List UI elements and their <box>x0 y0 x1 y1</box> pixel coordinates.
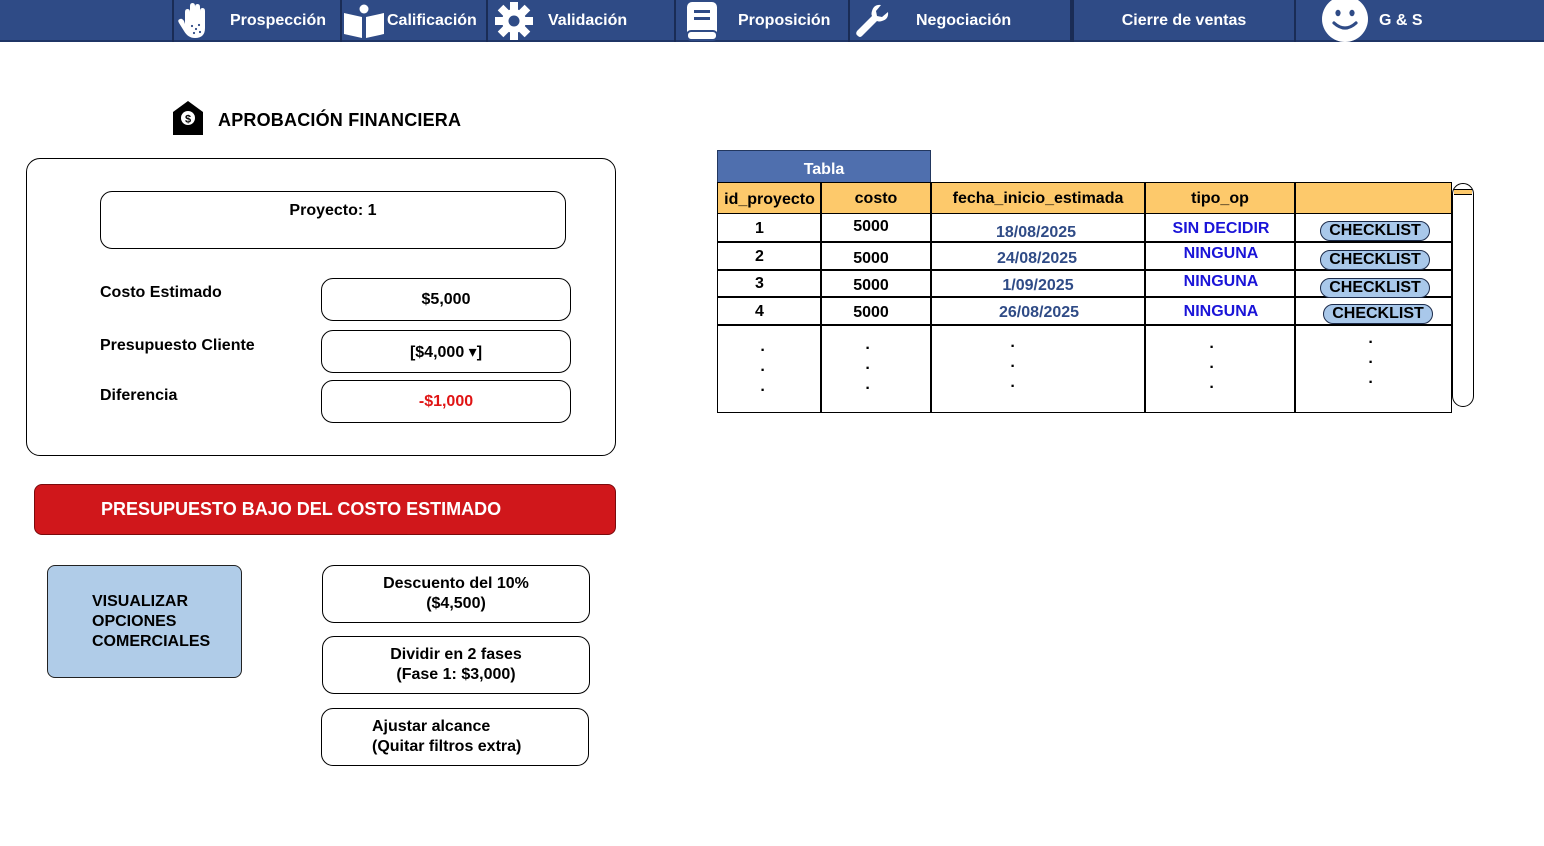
discount-option-button[interactable]: Descuento del 10% ($4,500) <box>322 565 590 623</box>
nav-label: Prospección <box>230 12 327 29</box>
button-line: COMERCIALES <box>92 632 211 650</box>
nav-label: Cierre de ventas <box>1121 12 1247 29</box>
cell-tipo-op: NINGUNA <box>1183 273 1259 290</box>
split-phases-option-button[interactable]: Dividir en 2 fases (Fase 1: $3,000) <box>322 636 590 694</box>
cell-fecha: 24/08/2025 <box>996 250 1078 267</box>
view-commercial-options-button[interactable]: VISUALIZAR OPCIONES COMERCIALES <box>47 565 242 678</box>
cell-costo: 5000 <box>853 218 889 235</box>
money-envelope-icon: $ <box>172 100 204 141</box>
column-header-id-proyecto: id_proyecto <box>724 191 815 208</box>
hand-icon <box>174 0 214 42</box>
page-heading: $ APROBACIÓN FINANCIERA <box>172 100 461 141</box>
checklist-button[interactable]: CHECKLIST <box>1320 278 1430 298</box>
checklist-button[interactable]: CHECKLIST <box>1320 221 1430 241</box>
table-header-row: id_proyecto costo fecha_inicio_estimada … <box>718 183 1451 214</box>
nav-item-prospeccion[interactable]: Prospección <box>172 0 342 42</box>
nav-item-calificacion[interactable]: Calificación <box>341 0 488 42</box>
open-book-icon <box>341 0 387 42</box>
cell-tipo-op: NINGUNA <box>1183 303 1259 320</box>
document-icon <box>682 0 722 42</box>
cell-tipo-op: NINGUNA <box>1183 245 1259 262</box>
option-title: Dividir en 2 fases <box>390 646 522 663</box>
cell-id: 2 <box>755 248 764 265</box>
cell-costo: 5000 <box>853 304 889 321</box>
budget-alert: PRESUPUESTO BAJO DEL COSTO ESTIMADO <box>34 484 616 535</box>
adjust-scope-option-button[interactable]: Ajustar alcance (Quitar filtros extra) <box>321 708 589 766</box>
ellipsis-dots: · · · <box>1368 334 1374 391</box>
option-detail: ($4,500) <box>426 595 486 612</box>
option-detail: (Fase 1: $3,000) <box>396 666 516 683</box>
cell-costo: 5000 <box>853 250 889 267</box>
button-line: VISUALIZAR <box>92 592 188 610</box>
project-field: Proyecto: 1 <box>100 191 566 249</box>
nav-item-cierre-de-ventas[interactable]: Cierre de ventas <box>1072 0 1296 42</box>
nav-item-negociacion[interactable]: Negociación <box>850 0 1072 42</box>
financial-approval-panel: Proyecto: 1 Costo Estimado $5,000 Presup… <box>26 158 616 456</box>
cell-tipo-op: SIN DECIDIR <box>1172 220 1270 237</box>
ellipsis-dots: · · · <box>1209 339 1215 396</box>
nav-label: Negociación <box>916 12 1012 29</box>
nav-item-validacion[interactable]: Validación <box>488 0 676 42</box>
budget-label: Presupuesto Cliente <box>100 337 255 354</box>
cell-fecha: 18/08/2025 <box>995 224 1077 241</box>
smiley-icon <box>1320 0 1370 42</box>
wrench-icon <box>852 0 892 42</box>
nav-label: Validación <box>548 12 628 29</box>
cell-fecha: 1/09/2025 <box>1002 277 1074 294</box>
ellipsis-dots: · · · <box>865 340 871 397</box>
ellipsis-dots: · · · <box>1010 338 1016 395</box>
cost-label: Costo Estimado <box>100 284 222 301</box>
nav-label: Proposición <box>738 12 831 29</box>
user-menu[interactable]: G & S <box>1296 0 1544 42</box>
table-title: Tabla <box>717 150 931 183</box>
column-header-actions <box>1295 183 1451 214</box>
gear-icon <box>494 0 534 42</box>
budget-dropdown[interactable]: [$4,000 ▾] <box>321 330 571 373</box>
nav-item-proposicion[interactable]: Proposición <box>676 0 850 42</box>
button-line: OPCIONES <box>92 612 177 630</box>
cost-value: $5,000 <box>321 278 571 321</box>
option-detail: (Quitar filtros extra) <box>372 738 522 755</box>
checklist-button[interactable]: CHECKLIST <box>1323 304 1433 324</box>
option-title: Ajustar alcance <box>372 718 491 735</box>
svg-text:$: $ <box>185 114 191 126</box>
scrollbar-thumb[interactable] <box>1454 189 1472 195</box>
top-navigation: Prospección Calificación Validación Prop… <box>0 0 1544 44</box>
projects-table: id_proyecto costo fecha_inicio_estimada … <box>717 182 1452 413</box>
cell-id: 1 <box>755 220 764 237</box>
page-title: APROBACIÓN FINANCIERA <box>218 110 462 130</box>
cell-costo: 5000 <box>853 277 889 294</box>
nav-label: Calificación <box>387 12 477 29</box>
option-title: Descuento del 10% <box>383 575 529 592</box>
column-header-fecha: fecha_inicio_estimada <box>952 189 1124 207</box>
difference-label: Diferencia <box>100 387 178 404</box>
cell-id: 4 <box>755 303 764 320</box>
user-name: G & S <box>1379 12 1423 29</box>
cell-id: 3 <box>755 275 764 292</box>
difference-value: -$1,000 <box>321 380 571 423</box>
cell-fecha: 26/08/2025 <box>998 304 1080 321</box>
column-header-tipo-op: tipo_op <box>1191 189 1249 207</box>
table-scrollbar[interactable] <box>1452 183 1474 407</box>
column-header-costo: costo <box>854 189 898 207</box>
checklist-button[interactable]: CHECKLIST <box>1320 250 1430 270</box>
ellipsis-dots: · · · <box>760 342 766 399</box>
